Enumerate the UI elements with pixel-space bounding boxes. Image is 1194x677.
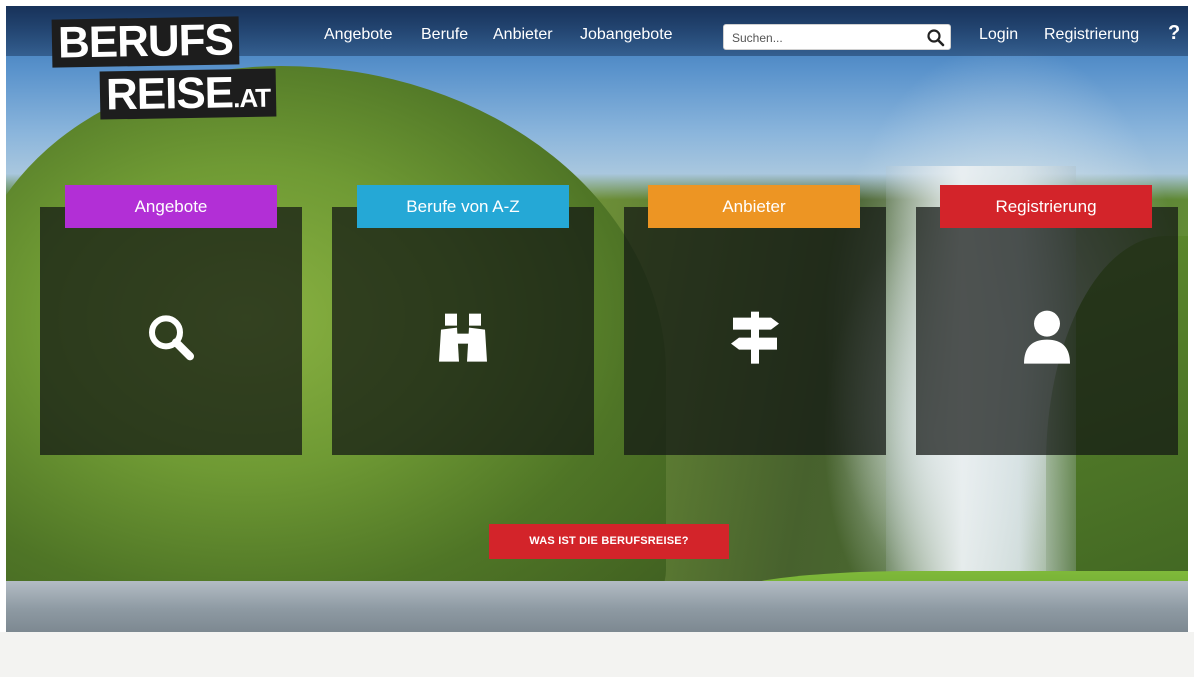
nav-link-anbieter[interactable]: Anbieter	[493, 26, 553, 44]
login-link[interactable]: Login	[979, 26, 1018, 44]
tile-anbieter[interactable]	[624, 207, 886, 455]
tile-berufe-label[interactable]: Berufe von A-Z	[357, 185, 569, 228]
signpost-icon	[727, 310, 783, 371]
logo-line-1: BERUFS	[51, 15, 240, 68]
register-link[interactable]: Registrierung	[1044, 26, 1139, 44]
search-icon	[144, 310, 198, 369]
tile-registrierung[interactable]	[916, 207, 1178, 455]
search-box	[723, 24, 951, 50]
binoculars-icon	[435, 310, 491, 371]
nav-link-jobangebote[interactable]: Jobangebote	[580, 26, 673, 44]
nav-link-angebote[interactable]: Angebote	[324, 26, 393, 44]
tile-angebote[interactable]	[40, 207, 302, 455]
logo-line-2: REISE.AT	[99, 68, 277, 120]
torn-paper-edge	[0, 632, 1194, 677]
tile-angebote-label[interactable]: Angebote	[65, 185, 277, 228]
tile-anbieter-label[interactable]: Anbieter	[648, 185, 860, 228]
user-icon	[1022, 310, 1072, 371]
what-is-berufsreise-button[interactable]: WAS IST DIE BERUFSREISE?	[489, 524, 729, 559]
site-logo[interactable]: BERUFS REISE.AT	[51, 15, 292, 126]
tile-berufe[interactable]	[332, 207, 594, 455]
nav-link-berufe[interactable]: Berufe	[421, 26, 468, 44]
tile-registrierung-label[interactable]: Registrierung	[940, 185, 1152, 228]
help-link[interactable]: ?	[1168, 22, 1180, 45]
search-input[interactable]	[730, 28, 924, 48]
search-icon[interactable]	[926, 28, 946, 48]
